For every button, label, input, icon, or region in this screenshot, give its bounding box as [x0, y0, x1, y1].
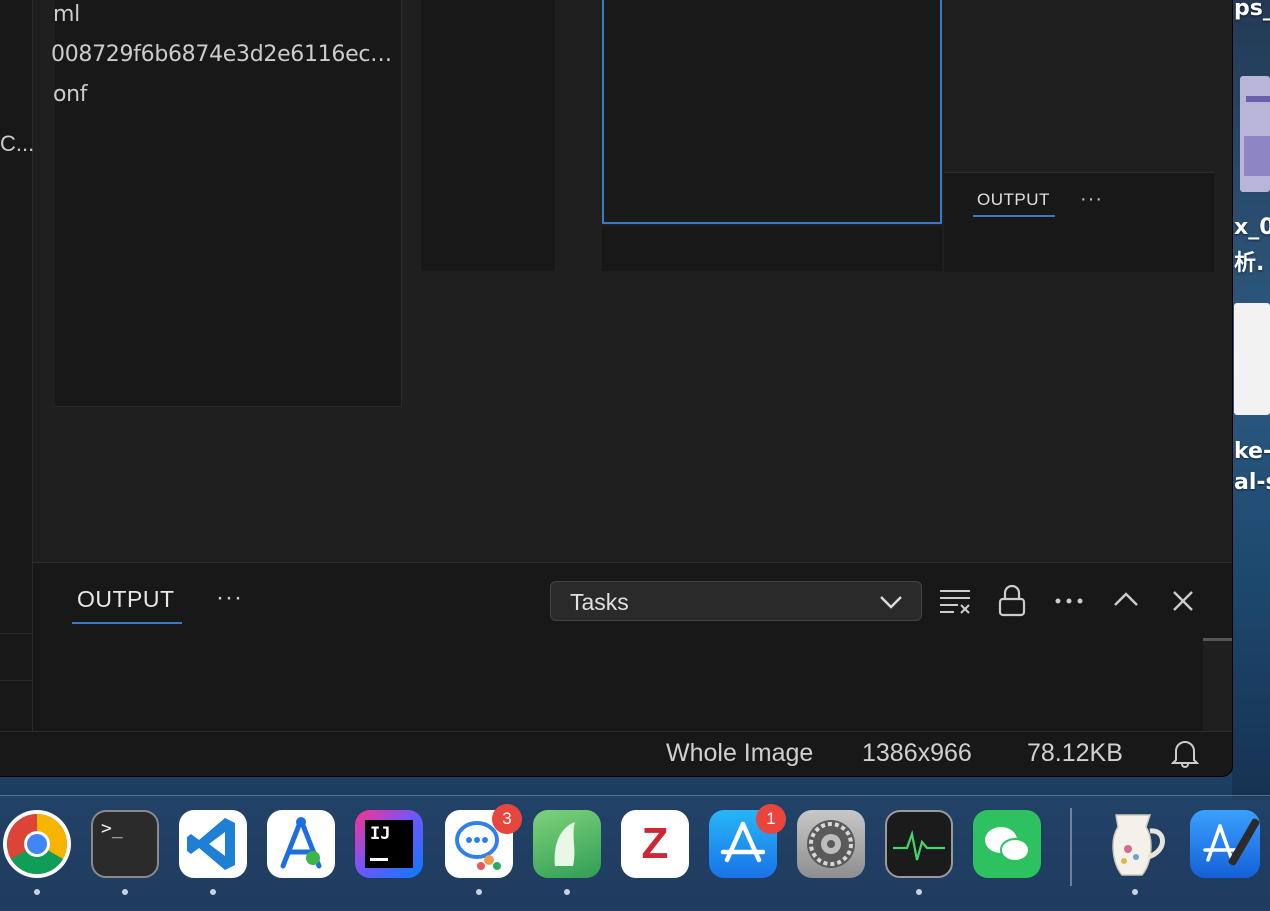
- running-indicator: [564, 889, 570, 895]
- bell-icon[interactable]: [1171, 738, 1199, 768]
- notification-badge: 1: [756, 804, 786, 834]
- dock-separator: [1070, 808, 1072, 886]
- dock-app-activity-monitor[interactable]: [885, 810, 953, 878]
- running-indicator: [122, 889, 128, 895]
- dock-app-bird[interactable]: [533, 810, 601, 878]
- select-value: Tasks: [570, 589, 629, 615]
- desktop-item-label[interactable]: 析.: [1234, 245, 1264, 277]
- more-actions-icon[interactable]: ···: [1080, 188, 1103, 211]
- activity-graph-icon: [893, 829, 945, 861]
- divider: [0, 680, 32, 681]
- focused-editor-pane[interactable]: [602, 0, 942, 224]
- running-indicator: [916, 889, 922, 895]
- editor-pane-right: [944, 0, 1214, 172]
- dock-app-chrome[interactable]: [3, 810, 71, 878]
- vscode-icon: [187, 818, 235, 870]
- dock-app-instruments[interactable]: [267, 810, 335, 878]
- close-icon[interactable]: [1171, 589, 1195, 613]
- chrome-icon: [6, 814, 68, 875]
- editor-pane-lower: [602, 226, 942, 271]
- explorer-panel: ml 008729f6b6874e3d2e6116ec… onf: [51, 0, 402, 407]
- side-strip: C...: [0, 0, 35, 731]
- lock-icon[interactable]: [997, 584, 1027, 618]
- more-actions-icon[interactable]: [1054, 594, 1084, 608]
- dock-app-terminal[interactable]: >_: [91, 810, 159, 878]
- active-tab-indicator: [72, 622, 182, 624]
- explorer-item[interactable]: onf: [53, 82, 88, 107]
- secondary-output-panel: [944, 172, 1214, 272]
- running-indicator: [476, 889, 482, 895]
- explorer-item[interactable]: 008729f6b6874e3d2e6116ec…: [51, 42, 392, 67]
- chevron-down-icon: [880, 596, 902, 609]
- status-file-size[interactable]: 78.12KB: [1027, 739, 1123, 768]
- dock-app-intellij[interactable]: IJ: [355, 810, 423, 878]
- dock-app-system-settings[interactable]: [797, 810, 865, 878]
- dock-app-zotero[interactable]: Z: [621, 810, 689, 878]
- scrollbar[interactable]: [1203, 638, 1232, 731]
- scrollbar-thumb[interactable]: [1203, 638, 1232, 641]
- status-dimensions[interactable]: 1386x966: [862, 739, 972, 768]
- dock-app-xcode[interactable]: [1190, 810, 1260, 878]
- wechat-icon: [985, 827, 1030, 862]
- desktop-file-thumbnail[interactable]: [1234, 303, 1270, 415]
- desktop-item-label[interactable]: al-s: [1234, 470, 1270, 495]
- output-channel-select[interactable]: Tasks: [550, 581, 922, 621]
- tab-output-secondary[interactable]: OUTPUT: [977, 190, 1050, 210]
- dock-app-wechat[interactable]: [973, 810, 1041, 878]
- gear-icon: [807, 820, 855, 868]
- hammer-icon: [1203, 818, 1260, 866]
- editor-window: C... ml 008729f6b6874e3d2e6116ec… onf OU…: [0, 0, 1232, 776]
- chevron-up-icon[interactable]: [1113, 590, 1139, 608]
- desktop-file-thumbnail[interactable]: [1240, 76, 1270, 192]
- dock-app-pitcher[interactable]: [1098, 805, 1178, 881]
- compass-icon: [280, 817, 322, 869]
- divider: [0, 633, 32, 634]
- bird-icon: [554, 822, 575, 866]
- status-mode[interactable]: Whole Image: [666, 739, 813, 768]
- intellij-icon: IJ: [365, 820, 413, 868]
- zotero-icon: Z: [641, 819, 669, 868]
- desktop-item-label[interactable]: ke-: [1234, 439, 1270, 464]
- clear-output-icon[interactable]: [938, 586, 972, 616]
- active-tab-indicator: [973, 215, 1055, 217]
- running-indicator: [1132, 889, 1138, 895]
- editor-pane: [421, 0, 555, 271]
- terminal-icon: >_: [101, 818, 123, 839]
- pitcher-icon: [1112, 814, 1165, 876]
- truncated-label: C...: [0, 131, 35, 156]
- running-indicator: [34, 889, 40, 895]
- more-actions-icon[interactable]: ···: [216, 584, 243, 612]
- tab-output[interactable]: OUTPUT: [77, 586, 175, 613]
- dock-app-vscode[interactable]: [179, 810, 247, 878]
- explorer-item[interactable]: ml: [53, 2, 80, 27]
- notification-badge: 3: [492, 804, 522, 834]
- desktop-item-label[interactable]: ps_: [1234, 0, 1270, 21]
- running-indicator: [210, 889, 216, 895]
- desktop-item-label[interactable]: x_0: [1234, 215, 1270, 240]
